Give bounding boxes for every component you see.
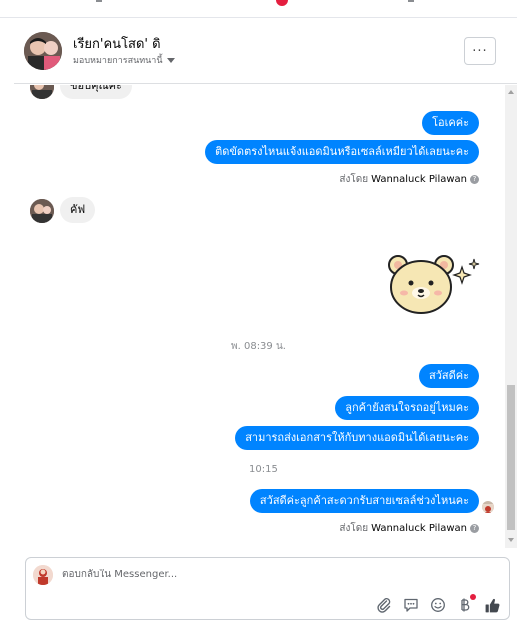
- notification-dot: [470, 594, 476, 600]
- more-options-button[interactable]: ···: [464, 37, 496, 65]
- incoming-message[interactable]: ขอบคุณค่ะ: [60, 85, 132, 99]
- outgoing-message[interactable]: สวัสดีค่ะลูกค้าสะดวกรับสายเซลล์ช่วงไหนคะ: [249, 489, 479, 513]
- scroll-down-arrow-icon[interactable]: [508, 538, 514, 542]
- conversation-header: เรียก'คนโสด' ดิ มอบหมายการสนทนานี้ ···: [14, 18, 517, 84]
- outgoing-message[interactable]: โอเคค่ะ: [422, 111, 479, 135]
- sender-name[interactable]: Wannaluck Pilawan: [371, 174, 467, 185]
- sent-by-prefix: ส่งโดย: [339, 523, 369, 534]
- reply-input[interactable]: [62, 569, 482, 580]
- message-thread[interactable]: ขอบคุณค่ะ โอเคค่ะ ติดขัดตรงไหนแจ้งแอดมิน…: [0, 85, 517, 548]
- sent-by-prefix: ส่งโดย: [339, 174, 369, 185]
- outgoing-message[interactable]: ลูกค้ายังสนใจรถอยู่ไหมคะ: [335, 396, 479, 420]
- seen-avatar: [482, 501, 494, 513]
- contact-mini-avatar: [30, 85, 54, 99]
- sender-name[interactable]: Wannaluck Pilawan: [371, 523, 467, 534]
- outgoing-message[interactable]: สวัสดีค่ะ: [418, 364, 479, 388]
- reply-composer: [25, 557, 510, 620]
- rilakkuma-bear-sticker[interactable]: [386, 253, 482, 317]
- assign-conversation-dropdown[interactable]: มอบหมายการสนทนานี้: [73, 53, 175, 67]
- top-nav-strip: [0, 0, 517, 18]
- scroll-up-arrow-icon[interactable]: [508, 90, 514, 94]
- info-icon[interactable]: ?: [470, 524, 479, 533]
- thumbs-up-icon[interactable]: [483, 596, 501, 614]
- incoming-message[interactable]: คัฟ: [60, 197, 96, 223]
- contact-avatar[interactable]: [24, 32, 62, 70]
- scroll-thumb[interactable]: [507, 385, 515, 530]
- paperclip-icon[interactable]: [375, 596, 393, 614]
- notification-dot: [276, 0, 288, 6]
- contact-mini-avatar[interactable]: [30, 199, 54, 223]
- message-time: 10:15: [249, 464, 278, 475]
- sent-by-line: ส่งโดย Wannaluck Pilawan ?: [339, 521, 479, 536]
- user-avatar: [33, 565, 53, 585]
- caret-down-icon: [166, 57, 175, 63]
- outgoing-message[interactable]: สามารถส่งเอกสารให้กับทางแอดมินได้เลยนะคะ: [235, 426, 479, 450]
- time-separator: พ. 08:39 น.: [231, 341, 286, 352]
- outgoing-message[interactable]: ติดขัดตรงไหนแจ้งแอดมินหรือเซลล์เหมียวได้…: [205, 140, 479, 164]
- sent-by-line: ส่งโดย Wannaluck Pilawan ?: [339, 172, 479, 187]
- thread-scrollbar[interactable]: [505, 85, 517, 548]
- baht-icon[interactable]: [456, 594, 476, 614]
- chat-bubbles-icon[interactable]: [402, 596, 420, 614]
- smiley-icon[interactable]: [429, 596, 447, 614]
- info-icon[interactable]: ?: [470, 175, 479, 184]
- contact-name[interactable]: เรียก'คนโสด' ดิ: [73, 33, 161, 54]
- assign-label: มอบหมายการสนทนานี้: [73, 56, 163, 66]
